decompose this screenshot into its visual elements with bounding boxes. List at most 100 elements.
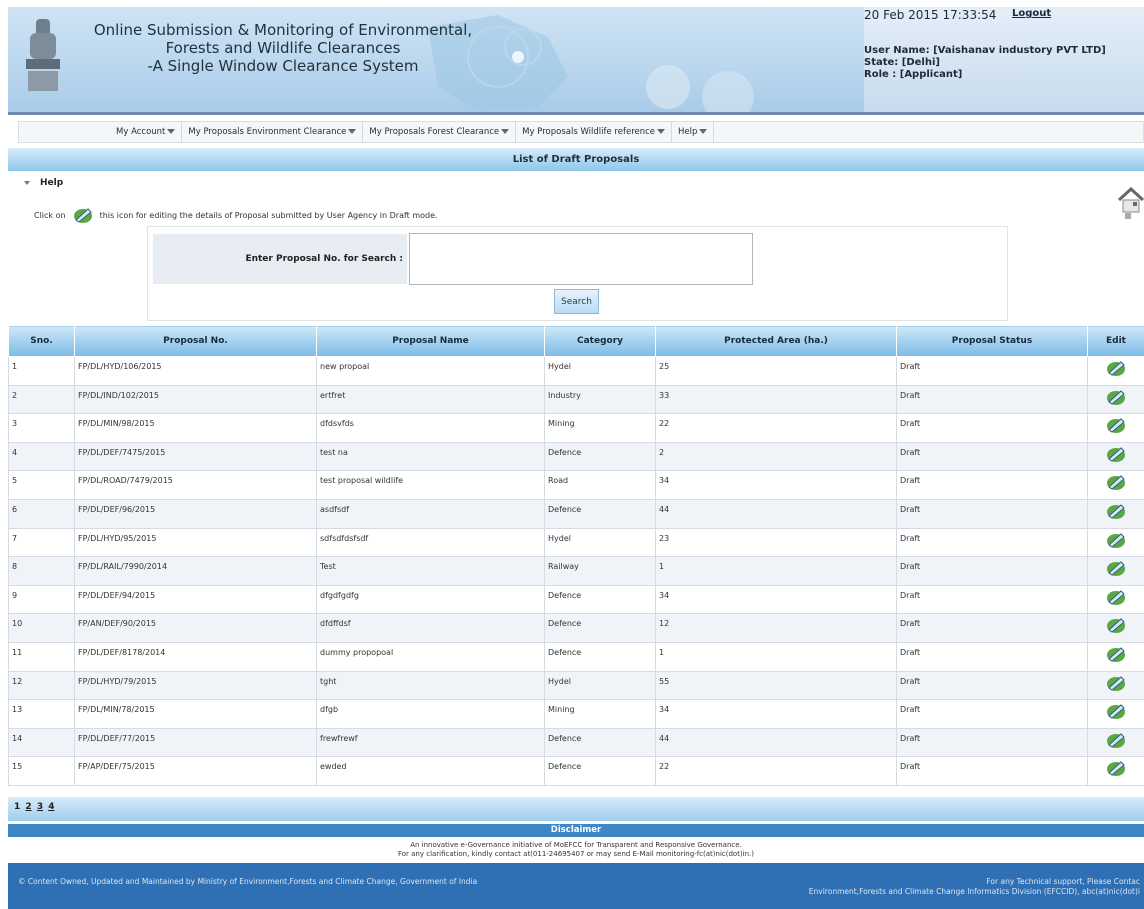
- disclaimer-title: Disclaimer: [8, 824, 1144, 837]
- table-cell: 34: [655, 470, 897, 500]
- edit-cell: [1087, 356, 1144, 386]
- menu-label: My Proposals Forest Clearance: [369, 127, 500, 137]
- table-row: 6 FP/DL/DEF/96/2015 asdfsdf Defence 44 Draft: [8, 498, 1144, 529]
- menu-label: My Proposals Wildlife reference: [522, 127, 656, 137]
- edit-cell: [1087, 441, 1144, 472]
- table-row: 4 FP/DL/DEF/7475/2015 test na Defence 2 Draft: [8, 441, 1144, 472]
- column-header: Proposal No.: [74, 325, 317, 357]
- edit-cell: [1087, 413, 1144, 443]
- table-cell: 22: [655, 756, 897, 786]
- menu-wildlife-reference[interactable]: My Proposals Wildlife reference: [516, 121, 673, 143]
- table-cell: FP/DL/DEF/96/2015: [74, 498, 317, 529]
- pencil-icon[interactable]: [1105, 647, 1127, 665]
- table-cell: Draft: [896, 413, 1088, 443]
- table-cell: Draft: [896, 441, 1088, 472]
- table-cell: Defence: [544, 641, 656, 672]
- pagination: 1 2 3 4: [8, 797, 1144, 821]
- pencil-icon[interactable]: [1105, 618, 1127, 636]
- pencil-icon[interactable]: [1105, 675, 1127, 694]
- column-header: Category: [544, 325, 656, 357]
- table-cell: asdfsdf: [316, 498, 545, 529]
- edit-cell: [1087, 527, 1144, 558]
- table-row: 9 FP/DL/DEF/94/2015 dfgdfgdfg Defence 34 Draf…: [8, 584, 1144, 615]
- proposal-search-input[interactable]: [409, 233, 753, 285]
- menu-forest-clearance[interactable]: My Proposals Forest Clearance: [363, 121, 517, 143]
- logout-link[interactable]: Logout: [1012, 8, 1051, 19]
- table-cell: 10: [8, 613, 75, 643]
- table-cell: 9: [8, 584, 75, 615]
- table-cell: Draft: [896, 356, 1088, 386]
- column-header: Protected Area (ha.): [655, 325, 897, 357]
- table-cell: 14: [8, 727, 75, 758]
- table-cell: tght: [316, 670, 545, 701]
- table-cell: FP/DL/HYD/106/2015: [74, 356, 317, 386]
- table-row: 1 FP/DL/HYD/106/2015 new propoal Hydel 25 Dra…: [8, 356, 1144, 386]
- page-link-3[interactable]: 3: [37, 802, 43, 812]
- edit-cell: [1087, 613, 1144, 643]
- menu-my-account[interactable]: My Account: [110, 121, 183, 143]
- table-cell: new propoal: [316, 356, 545, 386]
- table-cell: 23: [655, 527, 897, 558]
- table-row: 5 FP/DL/ROAD/7479/2015 test proposal wildl…: [8, 470, 1144, 500]
- table-cell: 3: [8, 413, 75, 443]
- pencil-icon: [73, 208, 92, 223]
- table-cell: dummy propopoal: [316, 641, 545, 672]
- table-cell: 44: [655, 727, 897, 758]
- user-name: User Name: [Vaishanav industory PVT LTD]: [864, 45, 1106, 56]
- table-cell: FP/AP/DEF/75/2015: [74, 756, 317, 786]
- table-cell: 34: [655, 699, 897, 729]
- menu-help[interactable]: Help: [672, 121, 715, 143]
- pencil-icon[interactable]: [1105, 761, 1127, 779]
- table-cell: 44: [655, 498, 897, 529]
- table-cell: 55: [655, 670, 897, 701]
- table-cell: Hydel: [544, 356, 656, 386]
- pencil-icon[interactable]: [1105, 389, 1127, 408]
- pencil-icon[interactable]: [1105, 561, 1127, 579]
- edit-cell: [1087, 470, 1144, 500]
- search-button[interactable]: Search: [554, 289, 599, 314]
- help-text-before: Click on: [34, 210, 66, 220]
- table-cell: 22: [655, 413, 897, 443]
- menu-environment-clearance[interactable]: My Proposals Environment Clearance: [182, 121, 364, 143]
- pencil-icon[interactable]: [1105, 733, 1127, 751]
- table-cell: Draft: [896, 613, 1088, 643]
- edit-cell: [1087, 670, 1144, 701]
- table-row: 8 FP/DL/RAIL/7990/2014 Test Railway 1 Draft: [8, 556, 1144, 586]
- pencil-icon[interactable]: [1105, 532, 1127, 551]
- edit-cell: [1087, 756, 1144, 786]
- table-cell: test na: [316, 441, 545, 472]
- support-line-2: Environment,Forests and Climate Change I…: [808, 887, 1140, 896]
- disclaimer-line-2: For any clarification, kindly contact at…: [397, 849, 755, 858]
- table-cell: Hydel: [544, 527, 656, 558]
- table-row: 3 FP/DL/MIN/98/2015 dfdsvfds Mining 22 Draft: [8, 413, 1144, 443]
- pencil-icon[interactable]: [1105, 504, 1127, 522]
- pencil-icon[interactable]: [1105, 704, 1127, 722]
- page-link-4[interactable]: 4: [48, 802, 54, 812]
- session-datetime: 20 Feb 2015 17:33:54: [864, 8, 997, 22]
- table-row: 11 FP/DL/DEF/8178/2014 dummy propopoal Defe…: [8, 641, 1144, 672]
- home-icon[interactable]: [1117, 186, 1144, 220]
- pencil-icon[interactable]: [1105, 590, 1127, 608]
- pencil-icon[interactable]: [1105, 447, 1127, 465]
- help-text-after: this icon for editing the details of Pro…: [99, 210, 438, 220]
- chevron-down-icon: [657, 129, 666, 134]
- table-cell: Draft: [896, 670, 1088, 701]
- table-cell: FP/DL/ROAD/7479/2015: [74, 470, 317, 500]
- table-cell: 11: [8, 641, 75, 672]
- page-link-2[interactable]: 2: [25, 802, 31, 812]
- pencil-icon[interactable]: [1105, 361, 1127, 379]
- user-state: State: [Delhi]: [864, 57, 940, 68]
- table-cell: Road: [544, 470, 656, 500]
- table-row: 10 FP/AN/DEF/90/2015 dfdffdsf Defence 12 Draf…: [8, 613, 1144, 643]
- page-current: 1: [14, 802, 21, 812]
- pencil-icon[interactable]: [1105, 475, 1127, 493]
- page-title: List of Draft Proposals: [8, 148, 1144, 171]
- user-details: User Name: [Vaishanav industory PVT LTD]…: [864, 45, 1134, 81]
- help-toggle[interactable]: Help: [24, 178, 63, 188]
- table-cell: Mining: [544, 699, 656, 729]
- pencil-icon[interactable]: [1105, 418, 1127, 436]
- table-cell: Draft: [896, 527, 1088, 558]
- search-label: Enter Proposal No. for Search :: [153, 234, 407, 284]
- table-cell: FP/DL/DEF/77/2015: [74, 727, 317, 758]
- table-cell: Defence: [544, 727, 656, 758]
